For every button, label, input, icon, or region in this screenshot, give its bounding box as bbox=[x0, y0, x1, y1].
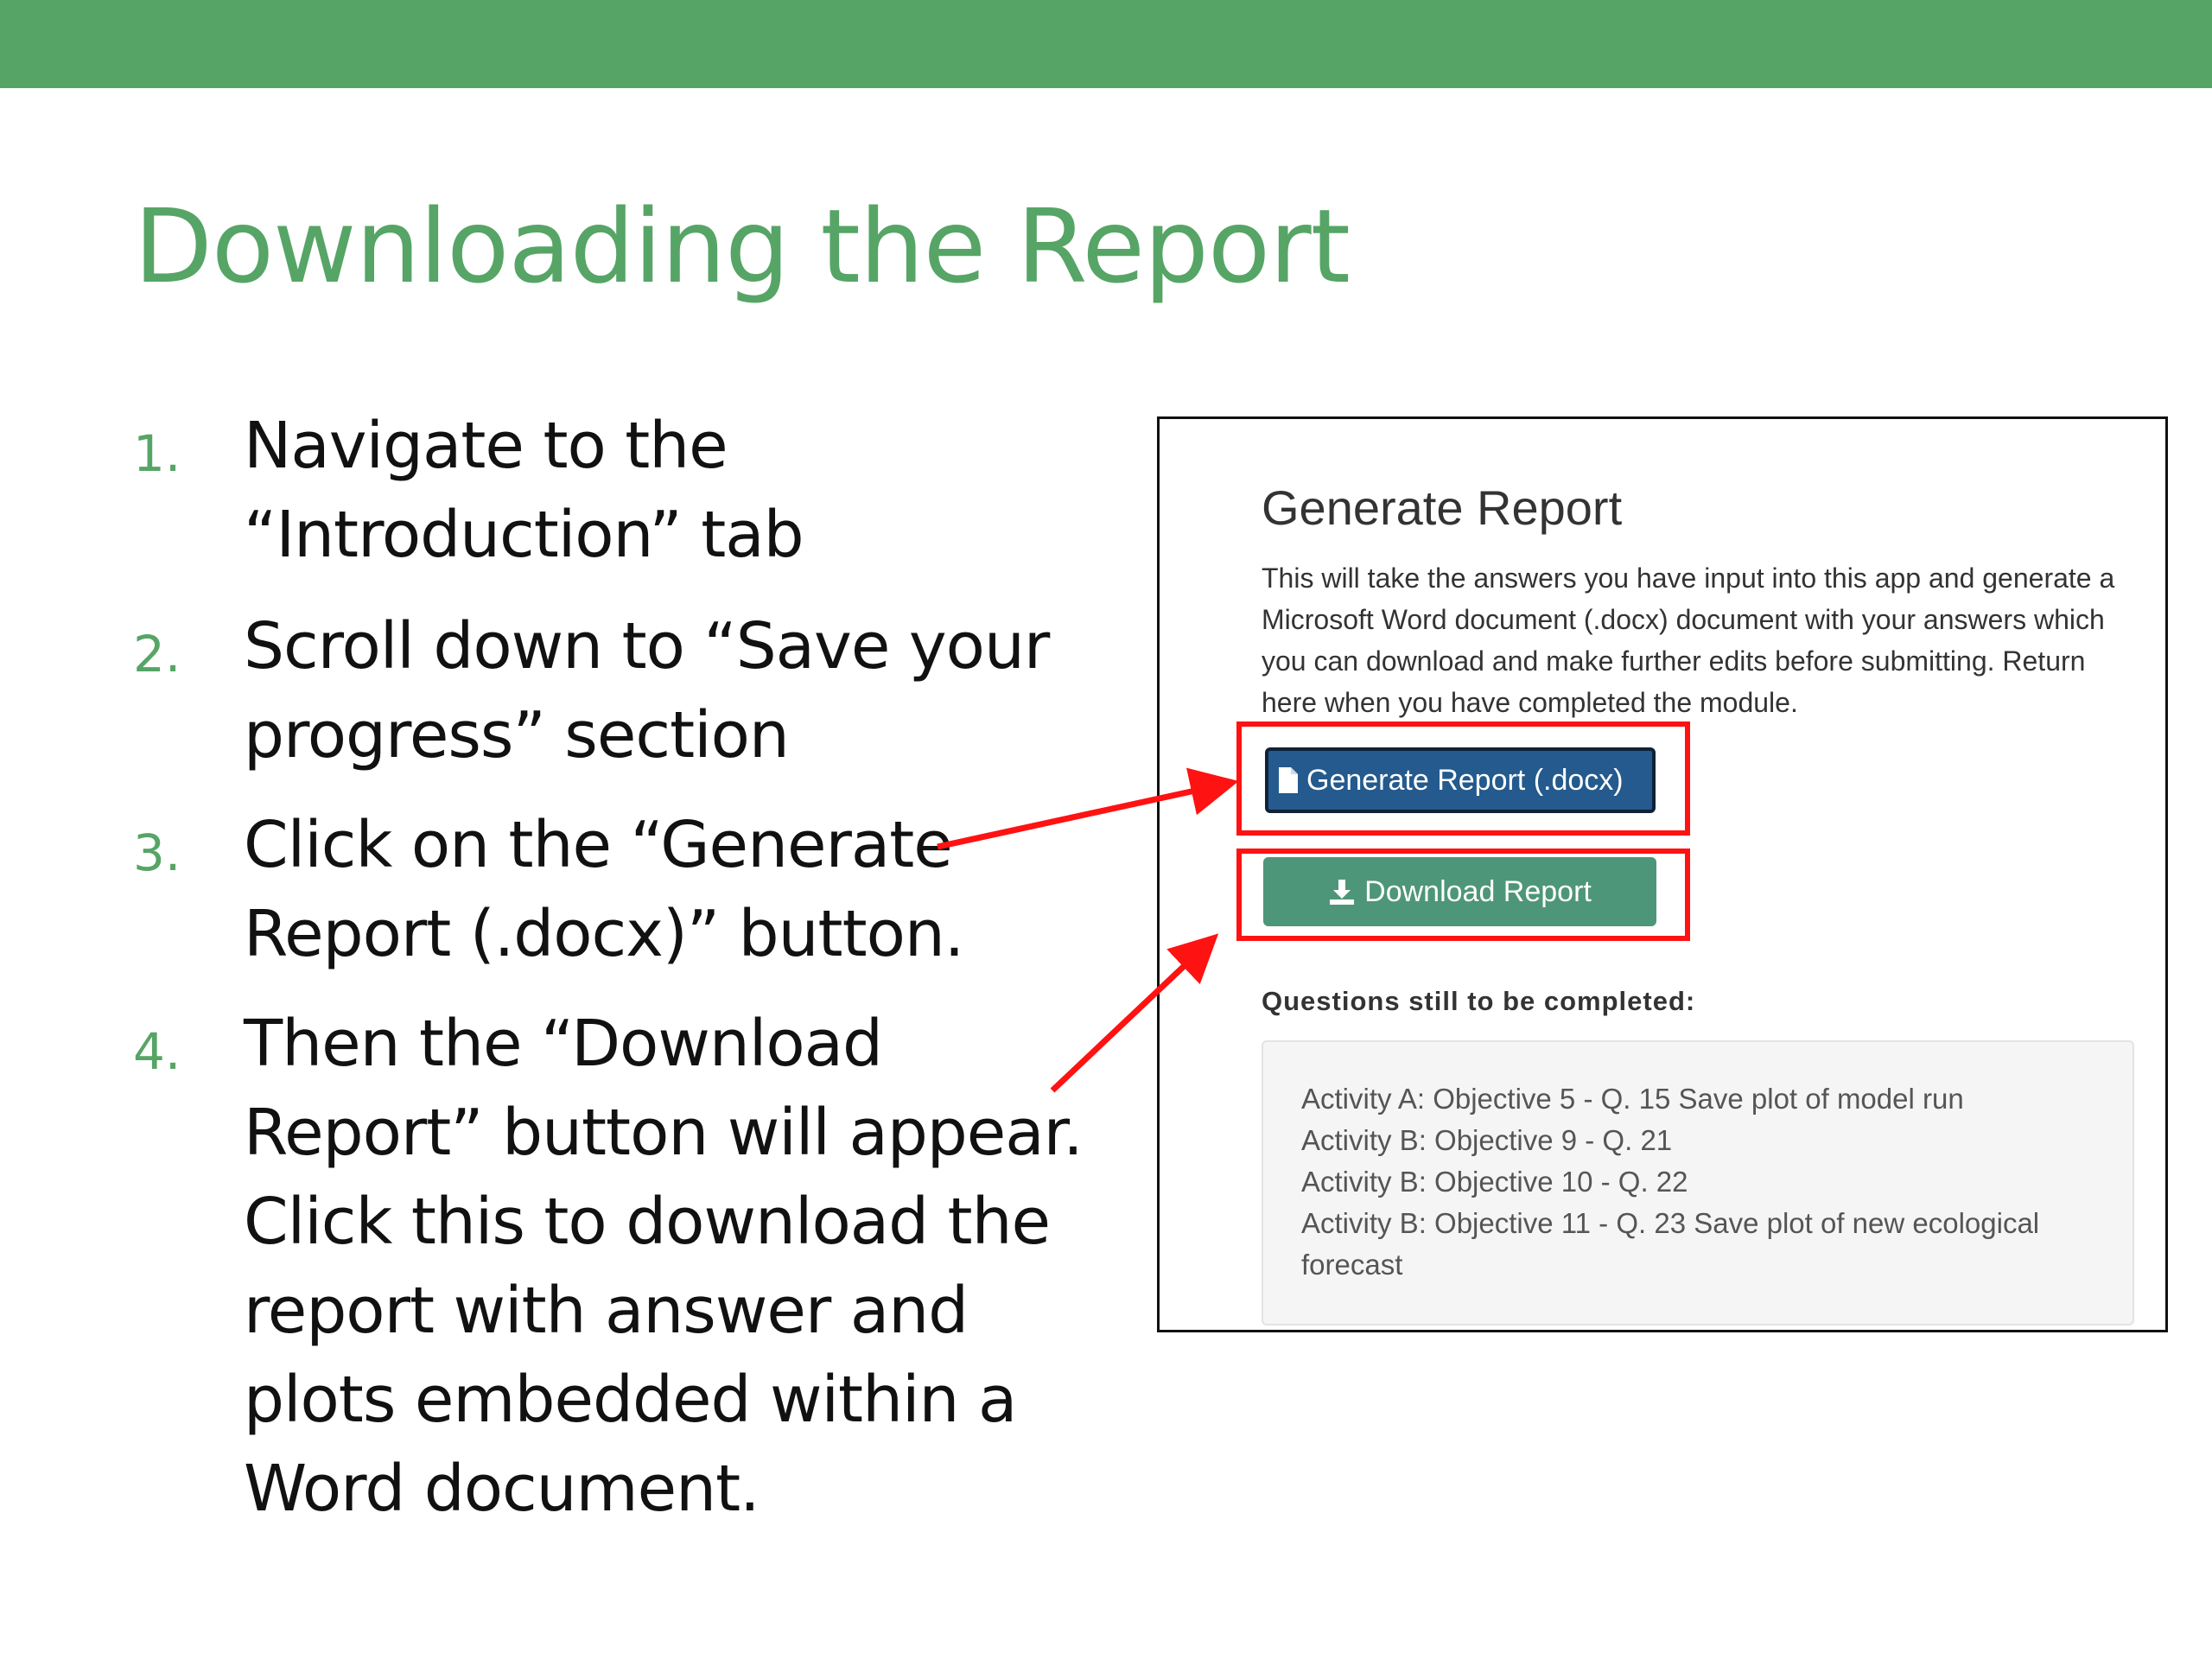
arrow-to-download-button bbox=[1050, 933, 1219, 1093]
callout-arrows bbox=[937, 767, 1239, 1093]
arrow-to-generate-button bbox=[937, 767, 1239, 850]
